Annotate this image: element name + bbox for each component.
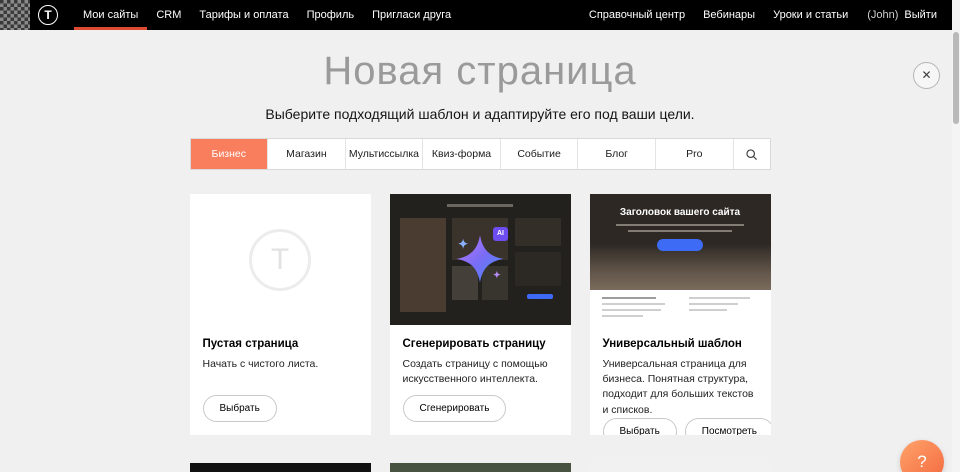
nav-item-webinars[interactable]: Вебинары <box>694 0 764 30</box>
nav-item-profile[interactable]: Профиль <box>298 0 364 30</box>
card-body: Универсальный шаблон Универсальная стран… <box>590 325 771 435</box>
page: T Мои сайты CRM Тарифы и оплата Профиль … <box>0 0 960 472</box>
template-category-tabs: Бизнес Магазин Мультиссылка Квиз-форма С… <box>190 138 771 170</box>
tab-blog[interactable]: Блог <box>577 139 655 169</box>
blank-page-preview[interactable]: T <box>190 194 371 325</box>
tab-pro[interactable]: Pro <box>655 139 733 169</box>
search-icon <box>745 148 758 161</box>
card-blank-page: T Пустая страница Начать с чистого листа… <box>190 194 371 435</box>
card-partial-3 <box>590 463 771 472</box>
ai-generate-preview[interactable]: AI <box>390 194 571 325</box>
card-description: Создать страницу с помощью искусственног… <box>403 357 558 387</box>
preview-text-column <box>602 297 672 325</box>
preview-cta-button <box>657 239 703 251</box>
generate-button[interactable]: Сгенерировать <box>403 395 507 422</box>
page-subtitle: Выберите подходящий шаблон и адаптируйте… <box>0 106 960 122</box>
nav-left: Мои сайты CRM Тарифы и оплата Профиль Пр… <box>74 0 460 30</box>
select-blank-button[interactable]: Выбрать <box>203 395 277 422</box>
card-title: Универсальный шаблон <box>603 338 758 350</box>
collage-image <box>515 218 561 246</box>
user-name: (John) <box>857 0 901 30</box>
card-body: Сгенерировать страницу Создать страницу … <box>390 325 571 435</box>
logo-letter: T <box>44 8 51 22</box>
partial-preview[interactable] <box>190 463 371 472</box>
tab-multilink[interactable]: Мультиссылка <box>345 139 423 169</box>
preview-text-line <box>616 224 744 226</box>
close-button[interactable]: ✕ <box>913 62 940 89</box>
tab-store[interactable]: Магазин <box>267 139 345 169</box>
select-template-button[interactable]: Выбрать <box>603 418 677 435</box>
nav-item-plans-payment[interactable]: Тарифы и оплата <box>190 0 297 30</box>
nav-item-lessons-articles[interactable]: Уроки и статьи <box>764 0 857 30</box>
card-description: Универсальная страница для бизнеса. Поня… <box>603 357 758 418</box>
card-description: Начать с чистого листа. <box>203 357 358 372</box>
scrollbar-thumb[interactable] <box>953 32 959 124</box>
scrollbar[interactable] <box>952 0 960 472</box>
preview-text-section <box>590 290 771 325</box>
collage-image <box>515 252 561 286</box>
card-body: Пустая страница Начать с чистого листа. … <box>190 325 371 435</box>
card-title: Сгенерировать страницу <box>403 338 558 350</box>
close-icon: ✕ <box>921 68 931 82</box>
nav-right: Справочный центр Вебинары Уроки и статьи… <box>580 0 946 30</box>
card-title: Пустая страница <box>203 338 358 350</box>
page-title: Новая страница <box>0 48 960 94</box>
nav-item-my-sites[interactable]: Мои сайты <box>74 0 147 30</box>
card-universal-template: Заголовок вашего сайта <box>590 194 771 435</box>
ai-badge: AI <box>493 227 508 241</box>
new-page-screen: ✕ Новая страница Выберите подходящий шаб… <box>0 48 960 472</box>
preview-text-line <box>628 230 732 232</box>
template-cards: T Пустая страница Начать с чистого листа… <box>190 194 771 472</box>
preview-hero-section: Заголовок вашего сайта <box>590 194 771 290</box>
card-actions: Сгенерировать <box>403 395 558 422</box>
card-ai-generate: AI Сгенерировать страницу Создать страни… <box>390 194 571 435</box>
preview-heading: Заголовок вашего сайта <box>620 207 740 218</box>
nav-spacer <box>460 0 580 30</box>
card-partial-2 <box>390 463 571 472</box>
tab-quiz-form[interactable]: Квиз-форма <box>422 139 500 169</box>
collage-button-bar <box>527 294 553 299</box>
universal-template-preview[interactable]: Заголовок вашего сайта <box>590 194 771 325</box>
card-actions: Выбрать <box>203 395 358 422</box>
help-button[interactable]: ? <box>900 440 944 472</box>
partial-preview[interactable] <box>590 463 771 472</box>
preview-text-column <box>689 297 759 325</box>
logout-link[interactable]: Выйти <box>901 0 946 30</box>
tilda-watermark-logo: T <box>249 229 311 291</box>
question-icon: ? <box>917 452 926 472</box>
partial-preview[interactable] <box>390 463 571 472</box>
tilda-logo[interactable]: T <box>38 5 58 25</box>
nav-item-help-center[interactable]: Справочный центр <box>580 0 694 30</box>
collage-image <box>400 218 446 312</box>
tab-event[interactable]: Событие <box>500 139 578 169</box>
card-actions: Выбрать Посмотреть <box>603 418 758 435</box>
collage-header-bar <box>447 204 513 207</box>
nav-item-invite-friend[interactable]: Пригласи друга <box>363 0 460 30</box>
nav-item-crm[interactable]: CRM <box>147 0 190 30</box>
card-partial-1 <box>190 463 371 472</box>
top-navbar: T Мои сайты CRM Тарифы и оплата Профиль … <box>0 0 960 30</box>
texture-swatch <box>0 0 30 30</box>
preview-template-button[interactable]: Посмотреть <box>685 418 771 435</box>
tab-search[interactable] <box>733 139 770 169</box>
tab-business[interactable]: Бизнес <box>191 139 268 169</box>
